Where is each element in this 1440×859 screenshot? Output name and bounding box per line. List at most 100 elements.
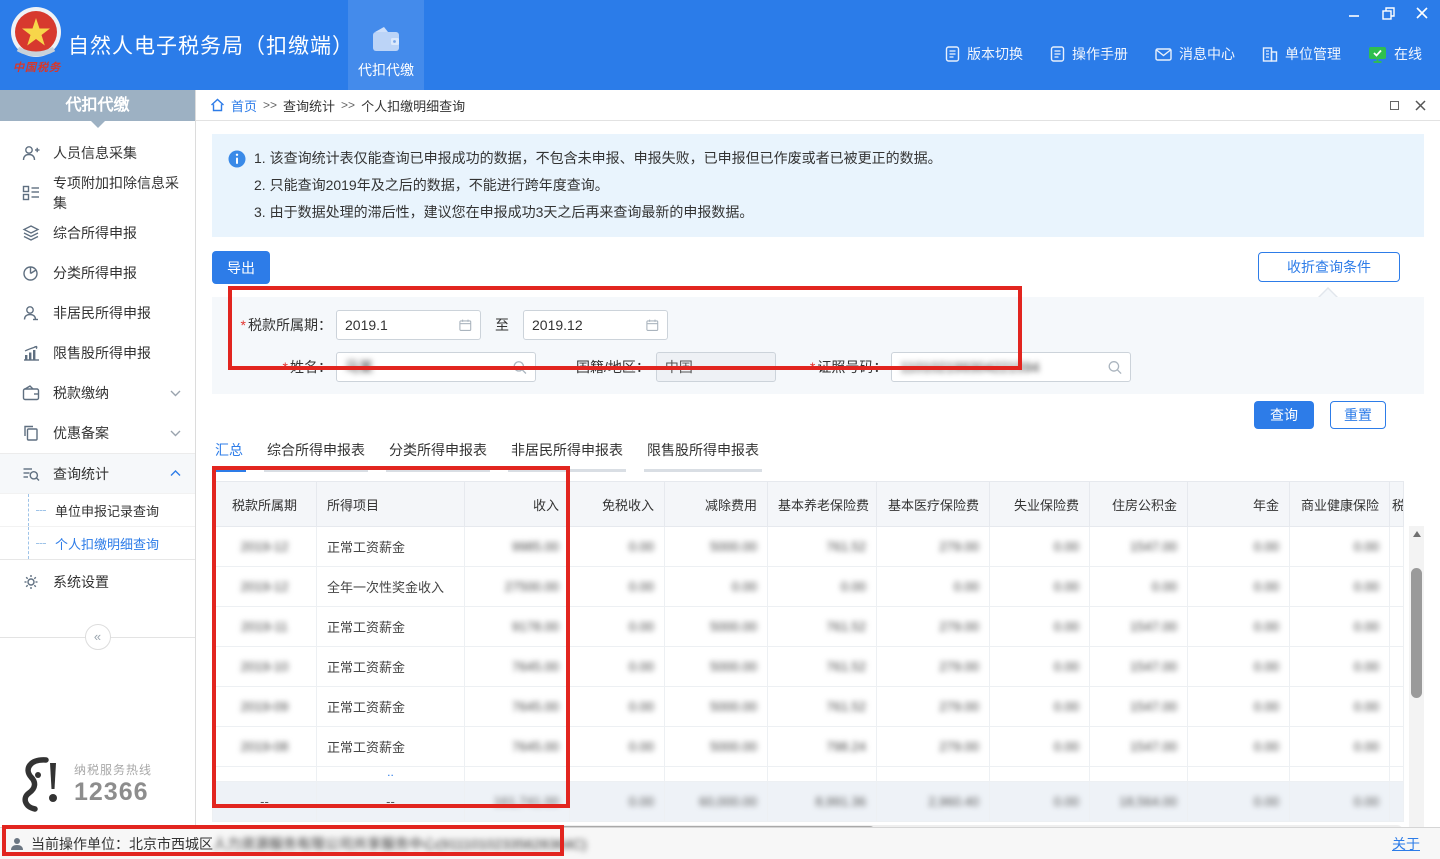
panel-notch <box>1320 289 1336 297</box>
sidebar-submenu: 单位申报记录查询 个人扣缴明细查询 <box>0 493 195 560</box>
col-header: 商业健康保险 <box>1290 482 1390 527</box>
table-row: 2019-10 正常工资薪金 7645.00 0.00 5000.00 761.… <box>213 647 1404 687</box>
sidebar-subitem-unit-declaration-query[interactable]: 单位申报记录查询 <box>0 493 195 526</box>
sidebar-item-label: 优惠备案 <box>53 423 170 443</box>
tab-comprehensive-income[interactable]: 综合所得申报表 <box>264 440 368 472</box>
collapse-filter-button[interactable]: 收折查询条件 <box>1258 252 1400 282</box>
nav-message-center[interactable]: 消息中心 <box>1155 44 1235 64</box>
horizontal-scroll-thumb[interactable] <box>225 826 875 827</box>
nav-manual[interactable]: 操作手册 <box>1050 44 1128 64</box>
nav-label: 操作手册 <box>1072 44 1128 64</box>
reset-button[interactable]: 重置 <box>1330 401 1386 429</box>
period-from-input[interactable] <box>345 317 459 333</box>
sidebar: 代扣代缴 人员信息采集 专项附加扣除信息采集 综合所得申报 分类所得申报 <box>0 90 196 827</box>
breadcrumb-home[interactable]: 首页 <box>231 96 257 115</box>
nationality-label: 国籍/地区： <box>576 357 650 377</box>
report-tabs: 汇总 综合所得申报表 分类所得申报表 非居民所得申报表 限售股所得申报表 <box>212 440 1424 472</box>
sidebar-item-label: 专项附加扣除信息采集 <box>53 173 181 213</box>
restore-icon[interactable] <box>1380 6 1396 20</box>
table-header-row: 税款所属期 所得项目 收入 免税收入 减除费用 基本养老保险费 基本医疗保险费 … <box>213 482 1404 527</box>
breadcrumb-separator: >> <box>341 98 355 112</box>
sidebar-item-label: 查询统计 <box>53 464 170 484</box>
sidebar-item-preferential-filing[interactable]: 优惠备案 <box>0 413 195 453</box>
sidebar-item-comprehensive-income[interactable]: 综合所得申报 <box>0 213 195 253</box>
document-icon <box>945 46 960 62</box>
calendar-icon[interactable] <box>646 318 659 332</box>
sidebar-item-personnel-info[interactable]: 人员信息采集 <box>0 133 195 173</box>
nav-online-status[interactable]: 在线 <box>1368 44 1422 64</box>
tab-restricted-shares[interactable]: 限售股所得申报表 <box>644 440 762 472</box>
info-icon <box>228 150 246 168</box>
nav-label: 在线 <box>1394 44 1422 64</box>
export-button[interactable]: 导出 <box>212 251 270 284</box>
sidebar-item-classified-income[interactable]: 分类所得申报 <box>0 253 195 293</box>
about-link[interactable]: 关于 <box>1392 834 1420 854</box>
sidebar-item-nonresident-income[interactable]: 非居民所得申报 <box>0 293 195 333</box>
table-row: 2019-09 正常工资薪金 7645.00 0.00 5000.00 761.… <box>213 687 1404 727</box>
sidebar-collapse-button[interactable]: « <box>85 624 111 650</box>
hotline-number: 12366 <box>74 778 152 807</box>
calendar-icon[interactable] <box>459 318 472 332</box>
name-input[interactable] <box>345 359 513 375</box>
sidebar-item-special-deduction[interactable]: 专项附加扣除信息采集 <box>0 173 195 213</box>
vertical-scroll-thumb[interactable] <box>1411 568 1422 698</box>
document-icon <box>1050 46 1065 62</box>
close-icon[interactable] <box>1414 6 1430 20</box>
scroll-left-icon[interactable] <box>212 825 224 827</box>
tab-summary[interactable]: 汇总 <box>212 440 246 472</box>
notice-lines: 1. 该查询统计表仅能查询已申报成功的数据，不包含未申报、申报失败，已申报但已作… <box>254 145 942 226</box>
query-action-row: 查询 重置 <box>212 394 1424 436</box>
layers-icon <box>22 225 40 241</box>
sidebar-subitem-label: 单位申报记录查询 <box>55 501 159 520</box>
nav-version-switch[interactable]: 版本切换 <box>945 44 1023 64</box>
period-to-field[interactable] <box>523 310 668 340</box>
required-mark: * <box>810 359 815 375</box>
status-bar: 当前操作单位：北京市西城区 人力资源服务有限公司共享服务中心(911101023… <box>0 827 1440 859</box>
search-list-icon <box>22 466 40 482</box>
sidebar-item-label: 综合所得申报 <box>53 223 181 243</box>
query-form-panel: *税款所属期： 至 *姓名： <box>212 297 1424 394</box>
notice-line-2: 2. 只能查询2019年及之后的数据，不能进行跨年度查询。 <box>254 172 942 199</box>
sidebar-menu-bottom: 系统设置 <box>0 562 195 602</box>
id-number-input[interactable] <box>900 359 1108 375</box>
tree-guide <box>28 494 29 526</box>
scroll-up-icon[interactable] <box>1409 526 1424 541</box>
col-header-clipped: 税 <box>1390 482 1404 527</box>
sidebar-subitem-personal-withholding-query[interactable]: 个人扣缴明细查询 <box>0 526 195 559</box>
query-form-row-person: *姓名： 国籍/地区： *证照号码： <box>228 352 1424 382</box>
module-tab-daikou-daijiao[interactable]: 代扣代缴 <box>348 0 424 90</box>
table-row: 2019-12 正常工资薪金 9985.00 0.00 5000.00 761.… <box>213 527 1404 567</box>
breadcrumb-bar: 首页 >> 查询统计 >> 个人扣缴明细查询 <box>196 90 1440 121</box>
chevron-up-icon <box>170 470 181 477</box>
col-header: 所得项目 <box>317 482 465 527</box>
col-header: 基本医疗保险费 <box>877 482 990 527</box>
main-content: 首页 >> 查询统计 >> 个人扣缴明细查询 <box>196 90 1440 827</box>
search-icon[interactable] <box>1108 360 1122 375</box>
period-to-input[interactable] <box>532 317 646 333</box>
vertical-scrollbar[interactable] <box>1409 526 1424 827</box>
table-zone: 税款所属期 所得项目 收入 免税收入 减除费用 基本养老保险费 基本医疗保险费 … <box>212 481 1424 827</box>
pane-maximize-icon[interactable] <box>1390 99 1399 112</box>
tab-classified-income[interactable]: 分类所得申报表 <box>386 440 490 472</box>
form-list-icon <box>22 185 40 201</box>
horizontal-scrollbar[interactable] <box>212 825 1403 827</box>
col-header: 基本养老保险费 <box>768 482 877 527</box>
china-tax-logo: 中国税务 <box>8 5 66 75</box>
name-field[interactable] <box>336 352 536 382</box>
period-from-field[interactable] <box>336 310 481 340</box>
sidebar-item-query-statistics[interactable]: 查询统计 <box>0 453 195 493</box>
id-number-field[interactable] <box>891 352 1131 382</box>
search-icon[interactable] <box>513 360 527 375</box>
sidebar-item-system-settings[interactable]: 系统设置 <box>0 562 195 602</box>
sidebar-item-tax-payment[interactable]: 税款缴纳 <box>0 373 195 413</box>
col-header: 年金 <box>1188 482 1290 527</box>
sidebar-item-restricted-shares[interactable]: 限售股所得申报 <box>0 333 195 373</box>
nav-unit-management[interactable]: 单位管理 <box>1262 44 1341 64</box>
tab-nonresident-income[interactable]: 非居民所得申报表 <box>508 440 626 472</box>
name-label: *姓名： <box>228 357 332 377</box>
search-button[interactable]: 查询 <box>1254 401 1314 429</box>
sidebar-item-label: 限售股所得申报 <box>53 343 181 363</box>
scroll-right-icon[interactable] <box>1391 825 1403 827</box>
minimize-icon[interactable] <box>1346 6 1362 20</box>
pane-close-icon[interactable] <box>1415 100 1426 111</box>
